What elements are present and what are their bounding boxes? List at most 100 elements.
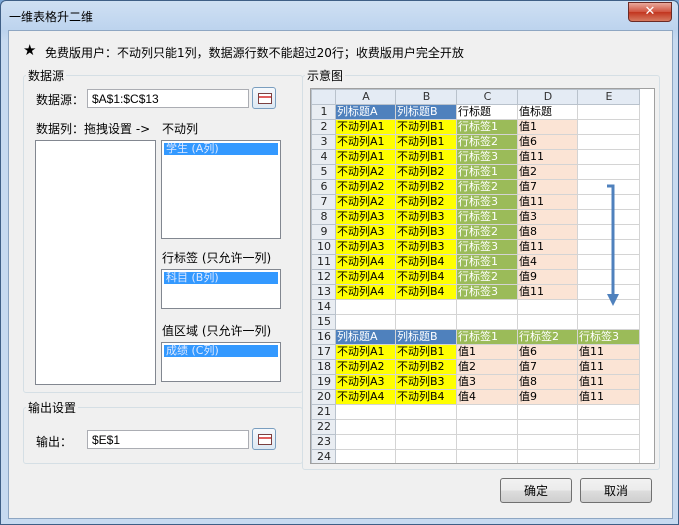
value-area-list[interactable]: 成绩 (C列) — [161, 342, 281, 382]
column-header: B — [395, 89, 457, 105]
row-number: 24 — [311, 449, 336, 463]
grid-cell: 不动列B3 — [395, 374, 457, 390]
fixed-column-item[interactable]: 学生 (A列) — [164, 143, 278, 155]
grid-cell: 不动列B2 — [395, 164, 457, 180]
fixed-column-list[interactable]: 学生 (A列) — [161, 140, 281, 239]
column-header: C — [456, 89, 518, 105]
grid-cell: 不动列B4 — [395, 389, 457, 405]
grid-cell — [577, 404, 640, 420]
grid-cell: 值1 — [456, 344, 518, 360]
grid-row: 8 不动列A3 不动列B3 行标签1 值3 — [311, 209, 640, 225]
grid-cell: 不动列B4 — [395, 284, 457, 300]
grid-cell: 不动列A4 — [335, 254, 396, 270]
grid-row: 13 不动列A4 不动列B4 行标签3 值11 — [311, 284, 640, 300]
grid-row: 11 不动列A4 不动列B4 行标签1 值4 — [311, 254, 640, 270]
grid-cell: 值11 — [577, 344, 640, 360]
row-number: 23 — [311, 434, 336, 450]
grid-cell — [577, 419, 640, 435]
grid-cell: 不动列B1 — [395, 149, 457, 165]
grid-cell: 不动列B4 — [395, 269, 457, 285]
grid-cell — [517, 434, 578, 450]
grid-cell: 值7 — [517, 359, 578, 375]
grid-cell: 不动列A4 — [335, 284, 396, 300]
row-label-item[interactable]: 科目 (B列) — [164, 272, 278, 284]
source-picker-button[interactable] — [252, 87, 276, 109]
grid-row: 17 不动列A1 不动列B1 值1 值6 值11 — [311, 344, 640, 360]
grid-cell: 不动列A3 — [335, 224, 396, 240]
grid-cell: 值8 — [517, 224, 578, 240]
grid-cell — [517, 449, 578, 463]
row-label-list[interactable]: 科目 (B列) — [161, 269, 281, 309]
grid-cell: 值4 — [456, 389, 518, 405]
grid-cell — [395, 449, 457, 463]
title-bar: 一维表格升二维 ✕ — [1, 1, 678, 29]
row-number: 3 — [311, 134, 336, 150]
data-source-group-label: 数据源 — [26, 67, 67, 84]
output-label: 输出： — [36, 435, 73, 449]
grid-cell: 值11 — [517, 194, 578, 210]
grid-cell: 值3 — [517, 209, 578, 225]
row-number: 8 — [311, 209, 336, 225]
grid-cell: 值9 — [517, 389, 578, 405]
grid-cell — [517, 419, 578, 435]
grid-row: 14 — [311, 299, 640, 315]
grid-cell: 不动列A2 — [335, 179, 396, 195]
grid-cell — [335, 434, 396, 450]
grid-cell: 不动列B2 — [395, 179, 457, 195]
grid-cell: 值4 — [517, 254, 578, 270]
grid-cell: 值1 — [517, 119, 578, 135]
grid-row: 20 不动列A4 不动列B4 值4 值9 值11 — [311, 389, 640, 405]
grid-cell — [456, 299, 518, 315]
output-picker-button[interactable] — [252, 428, 276, 450]
row-number: 20 — [311, 389, 336, 405]
grid-cell — [456, 419, 518, 435]
row-number: 6 — [311, 179, 336, 195]
grid-cell: 不动列A3 — [335, 209, 396, 225]
row-number: 10 — [311, 239, 336, 255]
grid-cell: 行标签3 — [456, 149, 518, 165]
grid-row: 19 不动列A3 不动列B3 值3 值8 值11 — [311, 374, 640, 390]
grid-row: 21 — [311, 404, 640, 420]
grid-cell — [335, 419, 396, 435]
grid-cell: 不动列B3 — [395, 239, 457, 255]
grid-cell: 不动列B3 — [395, 209, 457, 225]
grid-cell: 不动列B2 — [395, 194, 457, 210]
grid-cell — [456, 434, 518, 450]
grid-cell: 行标签1 — [456, 254, 518, 270]
close-button[interactable]: ✕ — [628, 2, 672, 22]
grid-cell — [395, 404, 457, 420]
row-number: 22 — [311, 419, 336, 435]
grid-cell — [395, 299, 457, 315]
ok-button[interactable]: 确定 — [500, 478, 572, 503]
grid-row: 10 不动列A3 不动列B3 行标签3 值11 — [311, 239, 640, 255]
source-range-input[interactable]: $A$1:$C$13 — [87, 89, 249, 108]
grid-cell: 值标题 — [517, 104, 578, 120]
value-area-item[interactable]: 成绩 (C列) — [164, 345, 278, 357]
cancel-button[interactable]: 取消 — [580, 478, 652, 503]
output-range-input[interactable]: $E$1 — [87, 430, 249, 449]
grid-cell: 不动列A1 — [335, 344, 396, 360]
row-number: 15 — [311, 314, 336, 330]
grid-cell: 行标签3 — [456, 239, 518, 255]
grid-cell: 不动列B2 — [395, 359, 457, 375]
grid-cell — [335, 299, 396, 315]
grid-cell — [577, 434, 640, 450]
grid-cell: 行标题 — [456, 104, 518, 120]
grid-cell: 不动列B1 — [395, 119, 457, 135]
available-columns-list[interactable] — [35, 140, 156, 385]
grid-corner — [311, 89, 336, 105]
grid-row: 1 列标题A 列标题B 行标题 值标题 — [311, 104, 640, 120]
grid-cell: 行标签3 — [577, 329, 640, 345]
row-number: 12 — [311, 269, 336, 285]
grid-row: 4 不动列A1 不动列B1 行标签3 值11 — [311, 149, 640, 165]
row-number: 1 — [311, 104, 336, 120]
grid-cell: 值11 — [517, 239, 578, 255]
grid-cell: 不动列A2 — [335, 164, 396, 180]
grid-cell: 列标题B — [395, 329, 457, 345]
grid-row: 3 不动列A1 不动列B1 行标签2 值6 — [311, 134, 640, 150]
grid-cell: 值9 — [517, 269, 578, 285]
row-number: 19 — [311, 374, 336, 390]
grid-row: 12 不动列A4 不动列B4 行标签2 值9 — [311, 269, 640, 285]
preview-grid: A B C D E 1 列标题A 列标题B 行标题 值标题 2 不动列A1 不动列B1 行标签1 值1 3 不动… — [311, 89, 640, 463]
grid-cell: 行标签1 — [456, 329, 518, 345]
